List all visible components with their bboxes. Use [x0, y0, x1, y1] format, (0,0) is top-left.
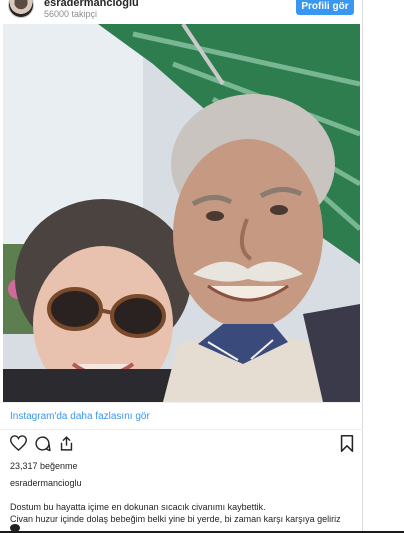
caption-line: Civan huzur içinde dolaş bebeğim belki y… [10, 514, 341, 524]
like-count[interactable]: 23,317 beğenme [10, 461, 78, 471]
caption-line: Dostum bu hayatta içime en dokunan sıcac… [10, 502, 266, 512]
post-header: esradermancioglu 56000 takipçi Profili g… [0, 0, 363, 22]
bookmark-icon[interactable] [338, 434, 356, 452]
follower-count: 56000 takipçi [44, 9, 98, 19]
post-photo[interactable] [3, 24, 360, 402]
post-author[interactable]: esradermancioglu [10, 478, 82, 488]
view-more-on-instagram-link[interactable]: Instagram'da daha fazlasını gör [10, 411, 150, 422]
divider [0, 429, 363, 430]
comment-icon[interactable] [33, 434, 51, 452]
action-bar [0, 434, 363, 456]
view-profile-button[interactable]: Profili gör [296, 0, 354, 15]
share-icon[interactable] [57, 434, 75, 452]
instagram-embed-card: esradermancioglu 56000 takipçi Profili g… [0, 0, 363, 533]
heart-icon[interactable] [9, 434, 27, 452]
avatar[interactable] [8, 0, 34, 18]
username[interactable]: esradermancioglu [44, 0, 139, 9]
divider [0, 402, 363, 403]
